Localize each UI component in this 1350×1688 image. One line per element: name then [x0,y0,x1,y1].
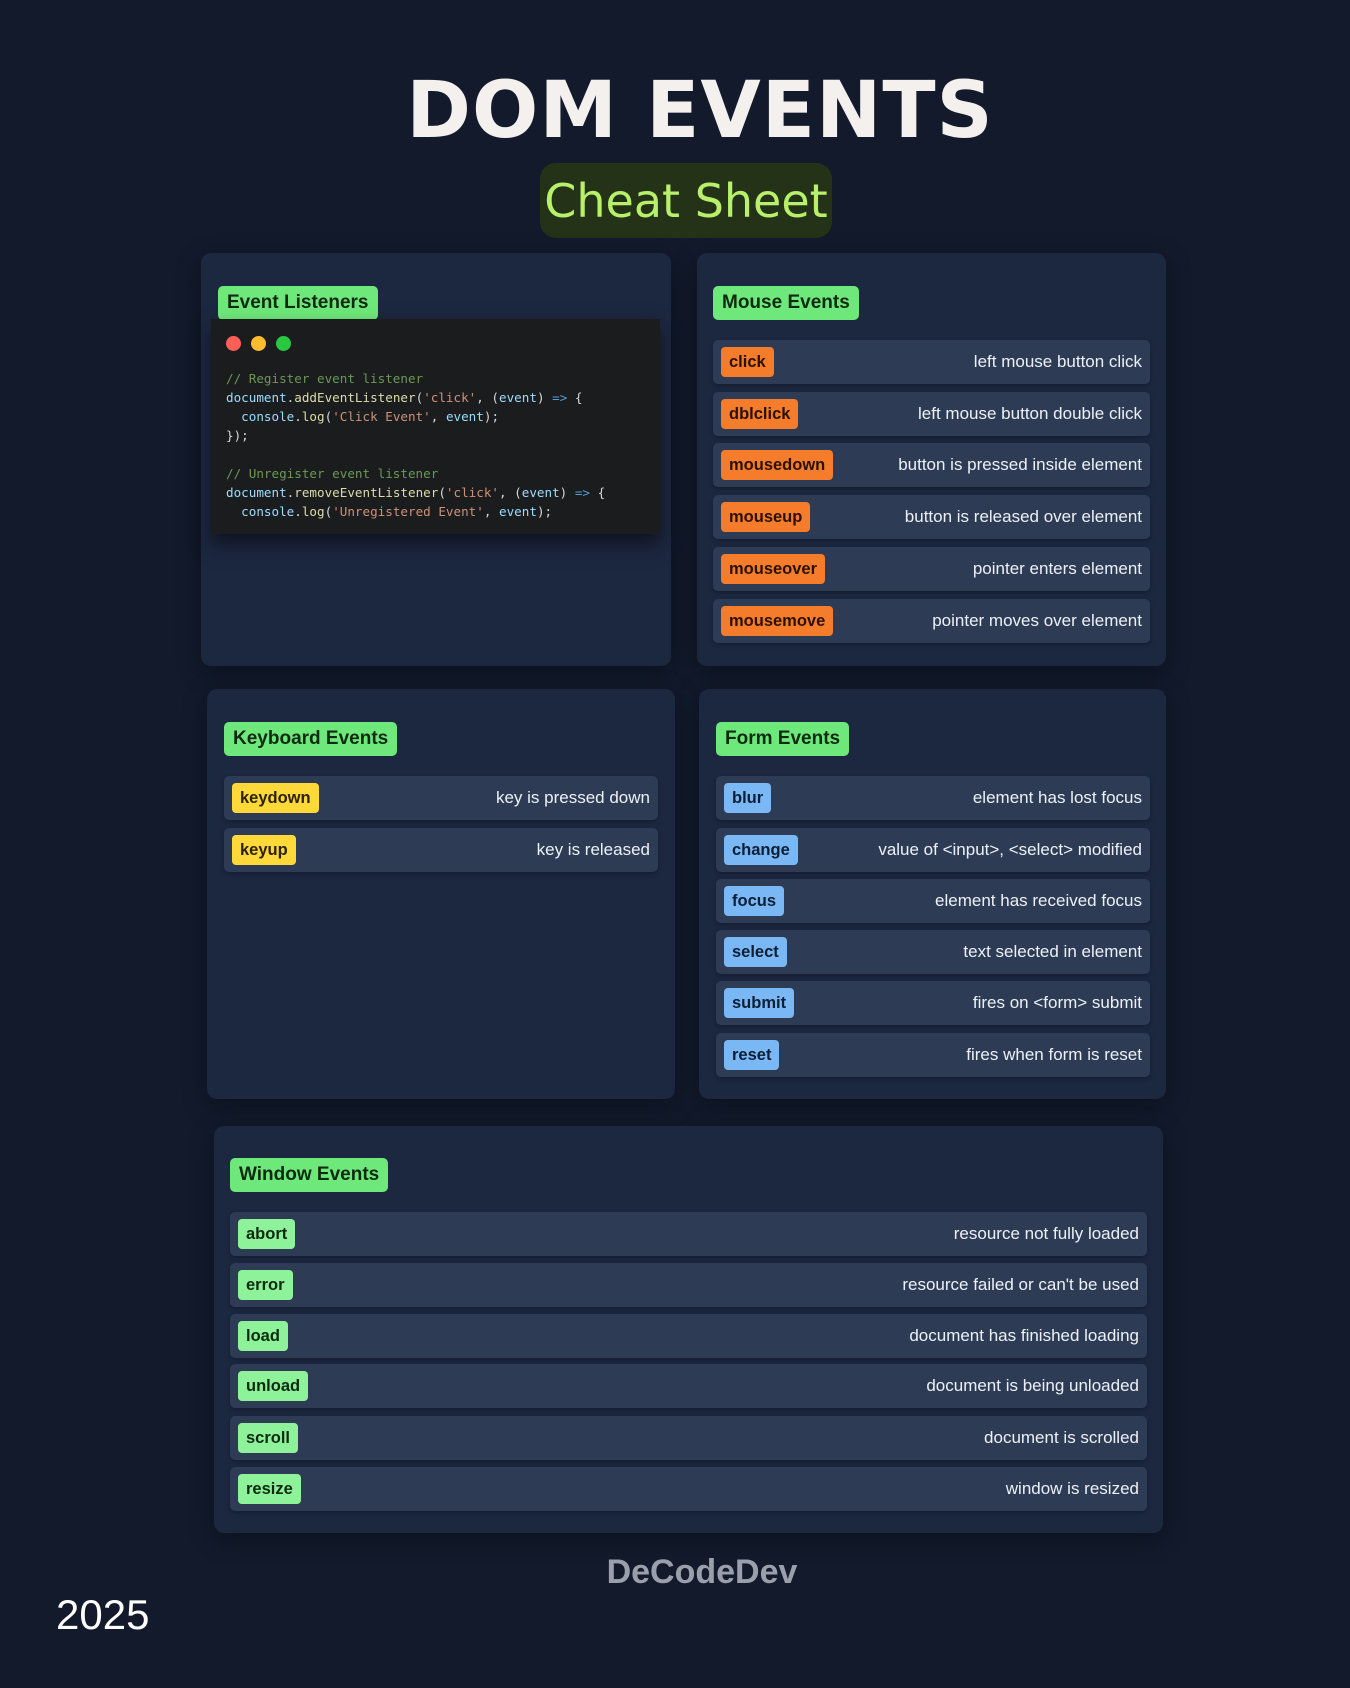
event-description: text selected in element [963,942,1142,961]
event-row: mousemove pointer moves over element [713,599,1150,643]
event-row: change value of <input>, <select> modifie… [716,828,1150,872]
event-row: abort resource not fully loaded [230,1212,1147,1256]
code-token: 'Unregistered Event' [332,504,484,519]
event-description: document is scrolled [984,1428,1139,1447]
event-description: window is resized [1005,1479,1139,1498]
event-row: load document has finished loading [230,1314,1147,1358]
code-token: event [499,504,537,519]
event-tag: mouseover [721,554,826,584]
code-token: console [241,409,295,424]
event-description: left mouse button double click [918,404,1142,423]
event-description: pointer enters element [972,559,1142,578]
subtitle-text: Cheat Sheet [544,173,828,228]
event-description: button is pressed inside element [898,455,1142,474]
code-token: document [226,390,287,405]
event-tag: mousedown [721,450,834,480]
event-description: key is pressed down [495,788,650,807]
event-tag: abort [238,1219,296,1249]
event-row: dblclick left mouse button double click [713,392,1150,436]
event-tag: click [721,347,774,377]
year-label: 2025 [56,1591,150,1638]
page-title: DOM EVENTS [406,66,994,156]
event-description: left mouse button click [973,352,1142,371]
event-row: focus element has received focus [716,879,1150,923]
event-row: click left mouse button click [713,340,1150,384]
brand-name: DeCodeDev [606,1553,798,1591]
event-tag: error [238,1270,293,1300]
event-row: blur element has lost focus [716,776,1150,820]
event-tag: scroll [238,1423,299,1453]
event-tag: keyup [232,835,296,865]
event-row: submit fires on <form> submit [716,981,1150,1025]
code-token: => [574,485,591,500]
event-description: resource not fully loaded [953,1224,1139,1243]
code-token: removeEventListener [294,485,439,500]
event-tag: reset [724,1040,780,1070]
event-row: scroll document is scrolled [230,1416,1147,1460]
event-tag: blur [724,783,772,813]
event-description: document has finished loading [909,1326,1139,1345]
event-tag: focus [724,886,785,916]
subtitle-badge: Cheat Sheet [540,163,832,238]
code-comment: // Unregister event listener [226,466,439,481]
event-row: select text selected in element [716,930,1150,974]
event-tag: mouseup [721,502,811,532]
code-token: document [226,485,287,500]
code-token: event [499,390,537,405]
event-tag: select [724,937,787,967]
event-tag: resize [238,1474,301,1504]
code-token: log [301,409,325,424]
event-description: element has received focus [935,891,1142,910]
event-row: resize window is resized [230,1467,1147,1511]
code-token: addEventListener [294,390,416,405]
keyboard-events-title: Keyboard Events [224,722,398,756]
event-row: reset fires when form is reset [716,1033,1150,1077]
window-close-dot-icon [226,336,241,351]
event-row: error resource failed or can't be used [230,1263,1147,1307]
code-token: event [521,485,560,500]
event-description: value of <input>, <select> modified [878,840,1142,859]
code-snippet: // Register event listener document.addE… [226,371,606,519]
event-tag: dblclick [721,399,799,429]
mouse-events-title: Mouse Events [713,286,859,320]
event-listeners-title: Event Listeners [218,286,378,320]
event-row: mouseup button is released over element [713,495,1150,539]
window-minimize-dot-icon [251,336,266,351]
code-token: 'Click Event' [332,409,431,424]
window-events-title: Window Events [230,1158,389,1192]
event-row: unload document is being unloaded [230,1364,1147,1408]
event-tag: mousemove [721,606,834,636]
event-description: fires on <form> submit [972,993,1142,1012]
event-description: resource failed or can't be used [902,1275,1139,1294]
code-token: 'click' [445,485,499,500]
event-row: mouseover pointer enters element [713,547,1150,591]
event-tag: keydown [232,783,319,813]
code-token: log [301,504,325,519]
event-description: pointer moves over element [932,611,1142,630]
event-description: fires when form is reset [966,1045,1142,1064]
code-token: event [445,409,484,424]
event-tag: submit [724,988,795,1018]
code-token: => [552,390,568,405]
event-description: document is being unloaded [926,1376,1139,1395]
event-row: mousedown button is pressed inside elemen… [713,443,1150,487]
event-description: button is released over element [904,507,1142,526]
event-row: keydown key is pressed down [224,776,658,820]
event-description: key is released [536,840,650,859]
event-row: keyup key is released [224,828,658,872]
event-tag: load [238,1321,288,1351]
event-tag: change [724,835,798,865]
window-maximize-dot-icon [276,336,291,351]
event-description: element has lost focus [972,788,1142,807]
event-tag: unload [238,1371,309,1401]
code-comment: // Register event listener [226,371,424,386]
code-window: // Register event listener document.addE… [211,319,660,534]
code-token: 'click' [423,390,477,405]
form-events-title: Form Events [716,722,850,756]
code-token: console [241,504,295,519]
code-token: }); [226,428,249,443]
